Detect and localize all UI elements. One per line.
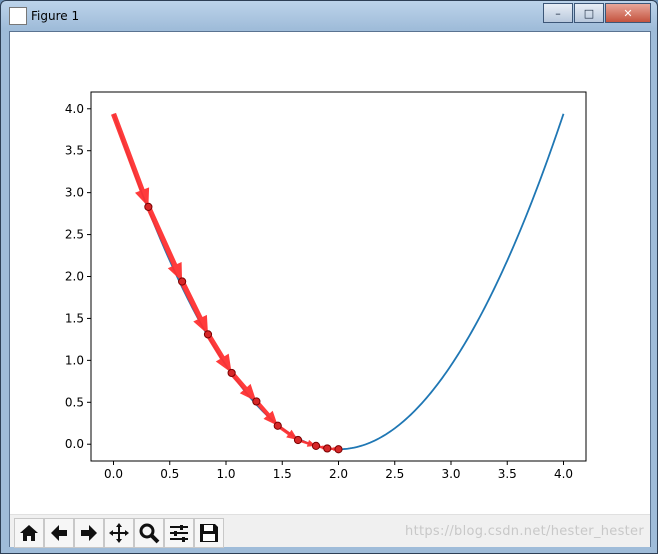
configure-subplots-button[interactable] bbox=[164, 518, 194, 548]
zoom-icon bbox=[139, 523, 160, 544]
home-icon bbox=[20, 525, 38, 541]
x-tick-label: 1.5 bbox=[273, 467, 292, 481]
figure-window: Figure 1 – □ ✕ 0.0 0.5 1.0 1.5 2.0 2.5 3.0 3.5 4… bbox=[0, 0, 658, 554]
descent-point bbox=[203, 330, 213, 339]
descent-point bbox=[144, 202, 153, 211]
descent-point bbox=[252, 397, 261, 406]
save-button[interactable] bbox=[194, 518, 224, 548]
figure-canvas[interactable]: 0.0 0.5 1.0 1.5 2.0 2.5 3.0 3.5 4.0 0.0 0.5 1.0 1.5 2… bbox=[9, 31, 651, 548]
descent-point bbox=[323, 444, 332, 453]
close-button[interactable]: ✕ bbox=[605, 3, 651, 23]
navigation-toolbar: https://blog.csdn.net/hester_hester bbox=[10, 514, 650, 548]
y-tick-label: 4.0 bbox=[65, 102, 84, 116]
x-tick-label: 0.5 bbox=[160, 467, 179, 481]
x-tick-label: 3.5 bbox=[498, 467, 517, 481]
forward-button[interactable] bbox=[74, 518, 104, 548]
y-tick-label: 0.0 bbox=[65, 437, 84, 451]
save-icon bbox=[200, 524, 218, 542]
y-tick-label: 2.0 bbox=[65, 270, 84, 284]
chart[interactable]: 0.0 0.5 1.0 1.5 2.0 2.5 3.0 3.5 4.0 0.0 0.5 1.0 1.5 2… bbox=[10, 32, 650, 514]
maximize-icon: □ bbox=[583, 6, 595, 20]
x-tick-label: 2.0 bbox=[329, 467, 348, 481]
forward-arrow-icon bbox=[81, 525, 97, 541]
x-tick-label: 2.5 bbox=[385, 467, 404, 481]
pan-button[interactable] bbox=[104, 518, 134, 548]
maximize-button[interactable]: □ bbox=[574, 3, 604, 23]
pan-icon bbox=[109, 523, 129, 543]
home-button[interactable] bbox=[14, 518, 44, 548]
minimize-button[interactable]: – bbox=[543, 3, 573, 23]
x-tick-label: 0.0 bbox=[104, 467, 123, 481]
descent-point bbox=[178, 277, 187, 286]
descent-point bbox=[227, 368, 236, 378]
back-button[interactable] bbox=[44, 518, 74, 548]
app-icon bbox=[9, 7, 27, 25]
y-tick-label: 2.5 bbox=[65, 228, 84, 242]
axes-frame bbox=[90, 91, 587, 462]
zoom-button[interactable] bbox=[134, 518, 164, 548]
window-title: Figure 1 bbox=[31, 9, 80, 23]
minimize-icon: – bbox=[555, 6, 561, 20]
x-tick-label: 4.0 bbox=[554, 467, 573, 481]
descent-point bbox=[334, 445, 343, 454]
y-tick-label: 0.5 bbox=[65, 395, 84, 409]
back-arrow-icon bbox=[51, 525, 67, 541]
x-tick-label: 1.0 bbox=[216, 467, 235, 481]
y-tick-label: 3.0 bbox=[65, 186, 84, 200]
y-tick-label: 1.5 bbox=[65, 311, 84, 325]
y-tick-label: 1.0 bbox=[65, 353, 84, 367]
descent-point bbox=[273, 421, 282, 430]
close-icon: ✕ bbox=[623, 6, 633, 20]
x-tick-label: 3.0 bbox=[441, 467, 460, 481]
configure-subplots-icon bbox=[170, 525, 188, 542]
y-tick-label: 3.5 bbox=[65, 144, 84, 158]
descent-point bbox=[311, 441, 321, 451]
descent-point bbox=[293, 435, 303, 445]
title-bar[interactable]: Figure 1 – □ ✕ bbox=[1, 1, 657, 31]
watermark: https://blog.csdn.net/hester_hester bbox=[405, 524, 644, 539]
